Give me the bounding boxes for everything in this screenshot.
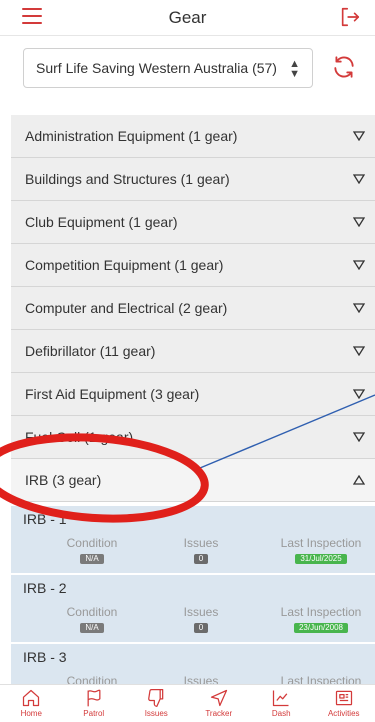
club-select-value: Surf Life Saving Western Australia (57) — [36, 60, 277, 76]
nav-issues[interactable]: Issues — [125, 685, 188, 722]
category-label: First Aid Equipment (3 gear) — [25, 386, 200, 402]
expand-triangle-icon — [353, 260, 365, 270]
chart-icon — [273, 690, 289, 707]
category-label: Buildings and Structures (1 gear) — [25, 171, 230, 187]
page-title: Gear — [168, 7, 207, 27]
condition-badge: N/A — [80, 623, 104, 633]
expand-triangle-icon — [353, 174, 365, 184]
category-label: Defibrillator (11 gear) — [25, 343, 156, 359]
category-fuel-cell[interactable]: Fuel Cell (1 gear) — [11, 416, 375, 459]
flag-icon — [87, 689, 101, 707]
issues-label: Issues — [183, 605, 219, 619]
category-club-equipment[interactable]: Club Equipment (1 gear) — [11, 201, 375, 244]
condition-column: Condition N/A — [47, 605, 137, 633]
issues-label: Issues — [183, 536, 219, 550]
category-buildings-and-structures[interactable]: Buildings and Structures (1 gear) — [11, 158, 375, 201]
last-inspection-column: Last Inspection 23/Jun/2008 — [266, 605, 375, 633]
issues-badge: 0 — [193, 554, 209, 564]
issues-column: Issues 0 — [161, 536, 241, 564]
gear-name: IRB - 3 — [23, 649, 67, 665]
category-administration-equipment[interactable]: Administration Equipment (1 gear) — [11, 115, 375, 158]
home-icon — [23, 689, 40, 707]
nav-patrol[interactable]: Patrol — [63, 685, 126, 722]
hamburger-menu-icon[interactable] — [22, 8, 42, 24]
gear-category-list: Administration Equipment (1 gear) Buildi… — [11, 115, 375, 502]
last-inspection-label: Last Inspection — [280, 536, 362, 550]
category-defibrillator[interactable]: Defibrillator (11 gear) — [11, 330, 375, 373]
expand-triangle-icon — [353, 432, 365, 442]
nav-dash-label: Dash — [271, 709, 291, 718]
app-header: Gear — [0, 0, 375, 36]
expand-triangle-icon — [353, 346, 365, 356]
navigation-arrow-icon — [210, 689, 227, 707]
condition-badge: N/A — [80, 554, 104, 564]
gear-name: IRB - 1 — [23, 511, 67, 527]
expand-triangle-icon — [353, 217, 365, 227]
last-inspection-column: Last Inspection 31/Jul/2025 — [266, 536, 375, 564]
gear-name: IRB - 2 — [23, 580, 67, 596]
condition-label: Condition — [66, 536, 118, 550]
last-inspection-badge: 23/Jun/2008 — [293, 623, 349, 633]
nav-issues-label: Issues — [144, 709, 168, 718]
nav-tracker-label: Tracker — [205, 709, 233, 718]
category-label: Competition Equipment (1 gear) — [25, 257, 224, 273]
nav-dash[interactable]: Dash — [250, 685, 313, 722]
expand-triangle-icon — [353, 389, 365, 399]
bottom-navigation: Home Patrol Issues Tracker Dash Activiti… — [0, 684, 375, 722]
condition-column: Condition N/A — [47, 536, 137, 564]
nav-home[interactable]: Home — [0, 685, 63, 722]
category-label: IRB (3 gear) — [25, 472, 102, 488]
nav-activities[interactable]: Activities — [313, 685, 375, 722]
nav-home-label: Home — [20, 709, 42, 718]
logout-icon[interactable] — [339, 6, 361, 28]
nav-activities-label: Activities — [327, 709, 360, 718]
irb-gear-list: IRB - 1 Condition N/A Issues 0 Last Insp… — [11, 506, 375, 713]
category-computer-and-electrical[interactable]: Computer and Electrical (2 gear) — [11, 287, 375, 330]
refresh-icon[interactable] — [331, 54, 357, 80]
gear-item-irb-2[interactable]: IRB - 2 Condition N/A Issues 0 Last Insp… — [11, 575, 375, 644]
club-selector-row: Surf Life Saving Western Australia (57) … — [0, 46, 375, 90]
category-label: Fuel Cell (1 gear) — [25, 429, 134, 445]
collapse-triangle-icon — [353, 475, 365, 485]
category-irb[interactable]: IRB (3 gear) — [11, 459, 375, 502]
expand-triangle-icon — [353, 131, 365, 141]
issues-column: Issues 0 — [161, 605, 241, 633]
issues-badge: 0 — [193, 623, 209, 633]
nav-tracker[interactable]: Tracker — [188, 685, 251, 722]
category-label: Computer and Electrical (2 gear) — [25, 300, 228, 316]
last-inspection-label: Last Inspection — [280, 605, 362, 619]
expand-triangle-icon — [353, 303, 365, 313]
gear-item-irb-1[interactable]: IRB - 1 Condition N/A Issues 0 Last Insp… — [11, 506, 375, 575]
category-label: Administration Equipment (1 gear) — [25, 128, 238, 144]
select-caret-icon: ▲ ▼ — [289, 58, 300, 80]
category-competition-equipment[interactable]: Competition Equipment (1 gear) — [11, 244, 375, 287]
category-first-aid-equipment[interactable]: First Aid Equipment (3 gear) — [11, 373, 375, 416]
gear-screen: Gear Surf Life Saving Western Australia … — [0, 0, 375, 722]
newspaper-icon — [335, 690, 352, 706]
condition-label: Condition — [66, 605, 118, 619]
category-label: Club Equipment (1 gear) — [25, 214, 178, 230]
club-select[interactable]: Surf Life Saving Western Australia (57) … — [23, 48, 313, 88]
nav-patrol-label: Patrol — [83, 709, 105, 718]
last-inspection-badge: 31/Jul/2025 — [295, 554, 347, 564]
thumbs-down-icon — [148, 689, 164, 707]
